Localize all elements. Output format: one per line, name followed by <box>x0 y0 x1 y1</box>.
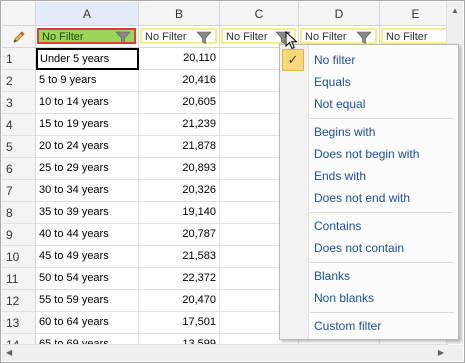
menu-item-equals[interactable]: Equals <box>314 75 351 89</box>
menu-separator <box>310 262 454 263</box>
row-header[interactable]: 7 <box>2 180 36 202</box>
cell-age-group[interactable]: 50 to 54 years <box>36 268 139 290</box>
cell-value[interactable]: 20,787 <box>139 224 220 246</box>
cell-value[interactable]: 21,583 <box>139 246 220 268</box>
cell-value[interactable]: 20,605 <box>139 92 220 114</box>
cell-value[interactable]: 20,110 <box>139 48 220 70</box>
filter-cell-b[interactable]: No Filter <box>139 26 220 48</box>
row-header[interactable]: 3 <box>2 92 36 114</box>
column-header-e[interactable]: E <box>380 2 448 26</box>
scroll-left-icon[interactable]: ◀ <box>6 348 12 357</box>
menu-item-blanks[interactable]: Blanks <box>314 269 350 283</box>
row-header[interactable]: 9 <box>2 224 36 246</box>
funnel-icon[interactable] <box>115 31 131 45</box>
cell-value[interactable]: 17,501 <box>139 312 220 334</box>
cell-value[interactable]: 20,470 <box>139 290 220 312</box>
cell-value[interactable]: 20,893 <box>139 158 220 180</box>
cell-value[interactable]: 21,239 <box>139 114 220 136</box>
row-header[interactable]: 14 <box>2 334 36 344</box>
column-header-a[interactable]: A <box>36 2 139 26</box>
row-header[interactable]: 1 <box>2 48 36 70</box>
mouse-cursor-icon <box>285 31 298 50</box>
menu-item-no-filter[interactable]: No filter <box>314 53 355 67</box>
cell-age-group[interactable]: 25 to 29 years <box>36 158 139 180</box>
menu-item-does-not-begin-with[interactable]: Does not begin with <box>314 147 419 161</box>
funnel-icon[interactable] <box>356 31 372 45</box>
column-header-c[interactable]: C <box>220 2 299 26</box>
cell-age-group[interactable]: 40 to 44 years <box>36 224 139 246</box>
horizontal-scrollbar[interactable]: ◀ ▶ <box>2 344 448 361</box>
cell-value[interactable]: 20,416 <box>139 70 220 92</box>
cell-age-group[interactable]: 15 to 19 years <box>36 114 139 136</box>
filter-label: No Filter <box>305 31 347 43</box>
filter-label: No Filter <box>386 31 428 43</box>
filter-input[interactable]: No Filter <box>37 28 136 44</box>
cell-age-group[interactable]: 5 to 9 years <box>36 70 139 92</box>
filter-cell-a[interactable]: No Filter <box>36 26 139 48</box>
filter-input[interactable]: No Filter <box>300 28 377 44</box>
menu-item-non-blanks[interactable]: Non blanks <box>314 291 374 305</box>
menu-separator <box>310 312 454 313</box>
row-header[interactable]: 13 <box>2 312 36 334</box>
menu-item-does-not-end-with[interactable]: Does not end with <box>314 191 410 205</box>
pencil-icon <box>13 31 25 43</box>
cell-value[interactable]: 19,140 <box>139 202 220 224</box>
cell-value[interactable]: 22,372 <box>139 268 220 290</box>
cell-value[interactable]: 20,326 <box>139 180 220 202</box>
row-header[interactable]: 11 <box>2 268 36 290</box>
cell-age-group[interactable]: 55 to 59 years <box>36 290 139 312</box>
cell-age-group[interactable]: 30 to 34 years <box>36 180 139 202</box>
filter-input[interactable]: No Filter <box>381 28 448 44</box>
cell-value[interactable]: 13,599 <box>139 334 220 344</box>
cell-value[interactable]: 21,878 <box>139 136 220 158</box>
menu-item-begins-with[interactable]: Begins with <box>314 125 375 139</box>
menu-item-ends-with[interactable]: Ends with <box>314 169 366 183</box>
row-header[interactable]: 6 <box>2 158 36 180</box>
filter-input[interactable]: No Filter <box>140 28 217 44</box>
row-header[interactable]: 10 <box>2 246 36 268</box>
scrollbar-corner <box>447 345 463 361</box>
cell-age-group[interactable]: 65 to 69 years <box>36 334 139 344</box>
menu-item-does-not-contain[interactable]: Does not contain <box>314 241 404 255</box>
filter-label: No Filter <box>145 31 187 43</box>
row-header[interactable]: 12 <box>2 290 36 312</box>
column-header-d[interactable]: D <box>299 2 380 26</box>
funnel-icon[interactable] <box>196 31 212 45</box>
row-header[interactable]: 8 <box>2 202 36 224</box>
column-header-b[interactable]: B <box>139 2 220 26</box>
scroll-right-icon[interactable]: ▶ <box>438 348 444 357</box>
cell-age-group[interactable]: 20 to 24 years <box>36 136 139 158</box>
filter-condition-menu: No filter ✓ Equals Not equal Begins with Does… <box>279 44 459 340</box>
row-header[interactable]: 5 <box>2 136 36 158</box>
cell-age-group[interactable]: Under 5 years <box>36 48 139 70</box>
menu-item-contains[interactable]: Contains <box>314 219 361 233</box>
cell-age-group[interactable]: 60 to 64 years <box>36 312 139 334</box>
menu-item-not-equal[interactable]: Not equal <box>314 97 365 111</box>
cell-age-group[interactable]: 10 to 14 years <box>36 92 139 114</box>
filter-label: No Filter <box>42 31 84 43</box>
row-header[interactable]: 2 <box>2 70 36 92</box>
scroll-up-icon[interactable]: ▲ <box>451 6 459 15</box>
menu-separator <box>310 212 454 213</box>
filter-row-header <box>2 26 36 48</box>
filter-label: No Filter <box>226 31 268 43</box>
checkmark-icon: ✓ <box>282 49 304 71</box>
menu-separator <box>310 118 454 119</box>
row-header[interactable]: 4 <box>2 114 36 136</box>
corner-header <box>2 2 36 26</box>
menu-item-custom-filter[interactable]: Custom filter <box>314 319 381 333</box>
cell-age-group[interactable]: 45 to 49 years <box>36 246 139 268</box>
menu-icon-gutter <box>280 45 309 339</box>
cell-age-group[interactable]: 35 to 39 years <box>36 202 139 224</box>
